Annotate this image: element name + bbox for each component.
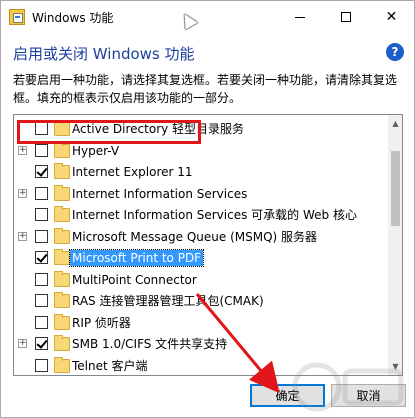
scroll-thumb[interactable] bbox=[391, 151, 400, 226]
vertical-scrollbar[interactable]: ▲ ▼ bbox=[388, 115, 402, 375]
feature-label[interactable]: Internet Information Services bbox=[70, 186, 249, 202]
feature-label[interactable]: Microsoft Message Queue (MSMQ) 服务器 bbox=[70, 229, 319, 245]
features-tree[interactable]: Active Directory 轻型目录服务 + Hyper-V Internet … bbox=[13, 114, 403, 376]
feature-label[interactable]: Telnet 客户端 bbox=[70, 358, 150, 374]
feature-checkbox[interactable] bbox=[35, 272, 48, 286]
windows-features-icon bbox=[9, 9, 25, 25]
feature-checkbox[interactable] bbox=[35, 229, 48, 243]
close-button[interactable]: ✕ bbox=[369, 1, 414, 33]
feature-checkbox[interactable] bbox=[35, 358, 48, 372]
feature-checkbox[interactable] bbox=[35, 165, 48, 178]
feature-row[interactable]: RIP 侦听器 bbox=[14, 312, 389, 334]
page-title: 启用或关闭 Windows 功能 bbox=[13, 45, 195, 63]
cancel-button[interactable]: 取消 bbox=[331, 384, 406, 407]
folder-icon bbox=[54, 356, 70, 373]
feature-label[interactable]: RIP 侦听器 bbox=[70, 315, 133, 331]
scroll-up-icon[interactable]: ▲ bbox=[388, 115, 402, 132]
folder-icon bbox=[54, 227, 70, 244]
expand-icon[interactable]: + bbox=[18, 231, 27, 241]
folder-icon bbox=[54, 163, 70, 179]
feature-checkbox[interactable] bbox=[35, 251, 48, 264]
feature-label[interactable]: Internet Information Services 可承载的 Web 核… bbox=[70, 207, 359, 223]
minimize-icon bbox=[294, 16, 305, 18]
feature-checkbox[interactable] bbox=[35, 186, 48, 200]
feature-checkbox[interactable] bbox=[35, 337, 48, 350]
feature-row[interactable]: RAS 连接管理器管理工具包(CMAK) bbox=[14, 290, 389, 312]
feature-row[interactable]: Internet Explorer 11 bbox=[14, 161, 389, 183]
folder-icon bbox=[54, 270, 70, 287]
folder-icon bbox=[54, 206, 70, 222]
folder-icon bbox=[54, 313, 70, 330]
title-bar[interactable]: Windows 功能 ✕ bbox=[1, 1, 414, 33]
scroll-down-icon[interactable]: ▼ bbox=[388, 358, 402, 375]
folder-icon bbox=[54, 184, 70, 201]
feature-row[interactable]: Internet Information Services 可承载的 Web 核… bbox=[14, 204, 389, 226]
feature-label[interactable]: MultiPoint Connector bbox=[70, 272, 199, 288]
feature-row[interactable]: + Internet Information Services bbox=[14, 183, 389, 205]
feature-label[interactable]: Microsoft Print to PDF bbox=[68, 249, 205, 267]
window-title: Windows 功能 bbox=[32, 11, 114, 25]
feature-checkbox[interactable] bbox=[35, 294, 48, 307]
windows-features-dialog: Windows 功能 ✕ 启用或关闭 Windows 功能 ? 若要启用一种功能… bbox=[0, 0, 415, 418]
feature-label[interactable]: RAS 连接管理器管理工具包(CMAK) bbox=[70, 293, 266, 309]
close-icon: ✕ bbox=[385, 9, 398, 25]
feature-label[interactable]: Hyper-V bbox=[70, 143, 121, 159]
folder-icon bbox=[54, 141, 70, 158]
maximize-button[interactable] bbox=[323, 1, 368, 33]
expand-icon[interactable]: + bbox=[18, 188, 27, 198]
maximize-icon bbox=[340, 12, 351, 22]
ok-button[interactable]: 确定 bbox=[250, 384, 325, 407]
folder-icon bbox=[54, 292, 70, 308]
feature-row[interactable]: + SMB 1.0/CIFS 文件共享支持 bbox=[14, 333, 389, 355]
minimize-button[interactable] bbox=[277, 1, 322, 33]
annotation-highlight-box bbox=[17, 120, 201, 144]
feature-checkbox[interactable] bbox=[35, 143, 48, 157]
feature-checkbox[interactable] bbox=[35, 315, 48, 329]
feature-row[interactable]: + Microsoft Message Queue (MSMQ) 服务器 bbox=[14, 226, 389, 248]
expand-icon[interactable]: + bbox=[18, 145, 27, 155]
feature-row[interactable]: Microsoft Print to PDF bbox=[14, 247, 389, 269]
feature-label[interactable]: Internet Explorer 11 bbox=[70, 164, 195, 180]
folder-icon bbox=[54, 249, 70, 265]
feature-label[interactable]: SMB 1.0/CIFS 文件共享支持 bbox=[70, 336, 229, 352]
description-text: 若要启用一种功能，请选择其复选框。若要关闭一种功能，请清除其复选框。填充的框表示… bbox=[13, 73, 398, 105]
folder-icon bbox=[54, 335, 70, 351]
feature-row[interactable]: Telnet 客户端 bbox=[14, 355, 389, 376]
feature-checkbox[interactable] bbox=[35, 208, 48, 221]
expand-icon[interactable]: + bbox=[18, 339, 27, 348]
help-icon[interactable]: ? bbox=[386, 43, 404, 61]
feature-row[interactable]: MultiPoint Connector bbox=[14, 269, 389, 291]
